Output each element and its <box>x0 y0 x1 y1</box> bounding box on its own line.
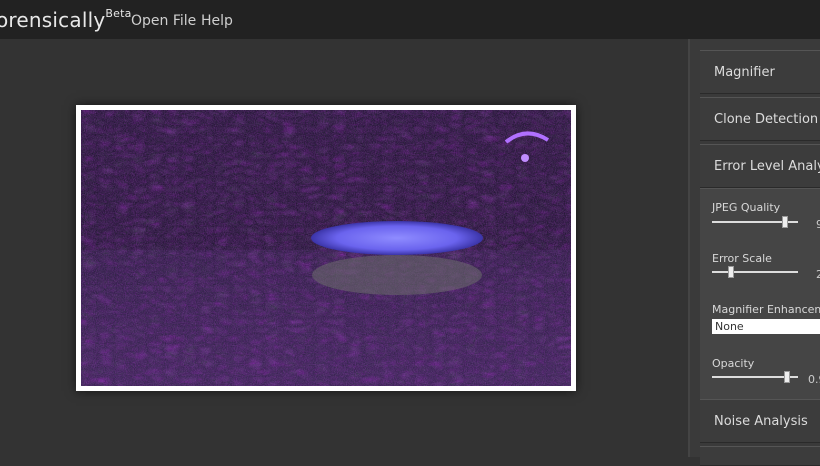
ela-result-image[interactable] <box>81 110 571 386</box>
jpeg-quality-slider[interactable] <box>712 216 798 228</box>
tools-sidebar: Magnifier Clone Detection Error Level An… <box>688 39 820 466</box>
slider-thumb[interactable] <box>784 371 790 383</box>
help-menu[interactable]: Help <box>201 13 233 29</box>
top-bar: orensicallyBeta Open File Help <box>0 0 820 39</box>
opacity-label: Opacity <box>712 357 755 370</box>
error-scale-slider[interactable] <box>712 266 798 278</box>
ela-image-graphic <box>81 110 571 386</box>
jpeg-quality-label: JPEG Quality <box>712 201 781 214</box>
error-scale-value: 2 <box>816 268 820 281</box>
open-file-menu[interactable]: Open File <box>131 13 196 29</box>
image-frame <box>76 105 576 391</box>
noise-analysis-panel-header[interactable]: Noise Analysis <box>700 399 820 443</box>
jpeg-quality-value: 9 <box>816 218 820 231</box>
beta-badge: Beta <box>105 7 132 21</box>
opacity-slider[interactable] <box>712 371 798 383</box>
slider-track <box>712 271 798 273</box>
magnifier-enhancement-label: Magnifier Enhancement <box>712 303 820 316</box>
error-level-analysis-panel: JPEG Quality 9 Error Scale 2 Magnifier E… <box>700 188 820 399</box>
next-panel-header[interactable] <box>700 446 820 466</box>
slider-thumb[interactable] <box>782 216 788 228</box>
error-scale-label: Error Scale <box>712 252 772 265</box>
opacity-value: 0.9 <box>808 373 820 386</box>
magnifier-panel-header[interactable]: Magnifier <box>700 50 820 94</box>
app-brand-name: orensically <box>0 8 106 32</box>
slider-thumb[interactable] <box>728 266 734 278</box>
error-level-analysis-panel-header[interactable]: Error Level Analysis <box>700 144 820 188</box>
clone-detection-panel-header[interactable]: Clone Detection <box>700 97 820 141</box>
app-brand: orensicallyBeta <box>0 7 132 32</box>
magnifier-enhancement-select[interactable]: None <box>712 319 820 334</box>
